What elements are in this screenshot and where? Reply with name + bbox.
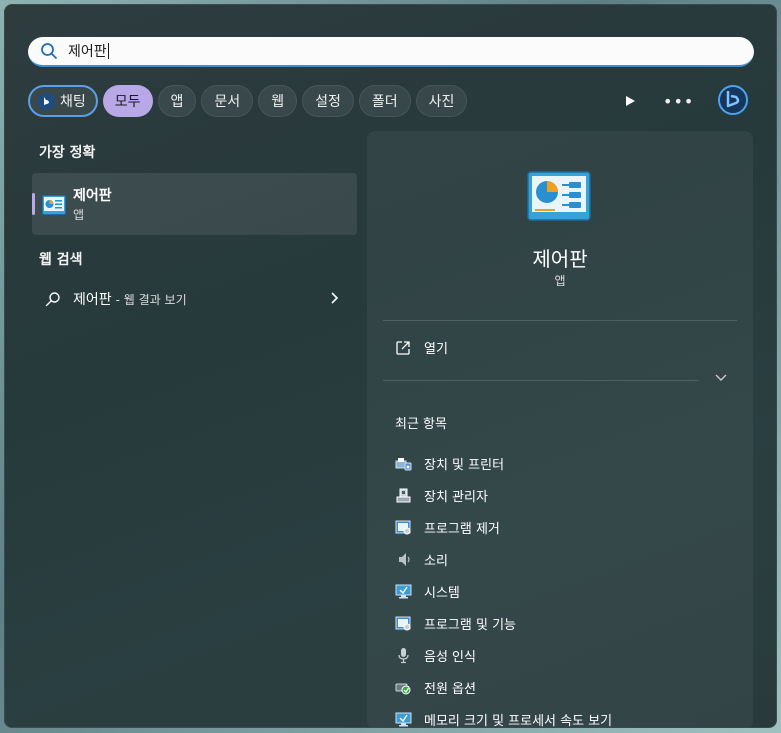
- web-search-suffix: - 웹 결과 보기: [115, 292, 187, 307]
- filter-settings[interactable]: 설정: [302, 85, 354, 117]
- search-icon: [41, 43, 57, 59]
- recent-item-label: 시스템: [424, 585, 460, 601]
- recent-item[interactable]: 음성 인식: [395, 639, 612, 671]
- recent-item-label: 전원 옵션: [424, 681, 476, 697]
- filter-all-label: 모두: [114, 94, 141, 110]
- control-panel-icon: [527, 171, 591, 221]
- microphone-icon: [398, 647, 409, 663]
- more-options-icon[interactable]: •••: [663, 92, 694, 111]
- recent-item-label: 장치 및 프린터: [424, 457, 505, 473]
- open-external-icon: [396, 340, 410, 355]
- recent-item[interactable]: 장치 관리자: [395, 479, 612, 511]
- web-search-heading: 웹 검색: [39, 252, 83, 268]
- filter-all[interactable]: 모두: [102, 85, 153, 117]
- recent-item[interactable]: 프로그램 제거: [395, 511, 612, 543]
- filter-folders-label: 폴더: [371, 94, 398, 110]
- recent-list: 장치 및 프린터 장치 관리자 프로그램 제거 소리 시스템 프로그램 및 기능…: [395, 447, 613, 728]
- text-caret: [107, 43, 109, 59]
- monitor-icon: [395, 712, 412, 726]
- filter-photos[interactable]: 사진: [415, 85, 468, 117]
- recent-item[interactable]: 전원 옵션: [395, 671, 612, 703]
- filter-web-label: 웹: [271, 94, 285, 110]
- programs-icon: [395, 616, 411, 630]
- chevron-right-icon: [331, 292, 339, 304]
- recent-item[interactable]: 메모리 크기 및 프로세서 속도 보기: [395, 703, 613, 728]
- recent-heading: 최근 항목: [395, 417, 447, 432]
- recent-item-label: 프로그램 제거: [424, 521, 500, 537]
- recent-item-label: 소리: [424, 553, 448, 569]
- detail-app-type: 앱: [554, 274, 566, 288]
- search-input[interactable]: 제어판: [68, 41, 107, 61]
- recent-item[interactable]: 프로그램 및 기능: [395, 607, 612, 639]
- filter-chat[interactable]: 채팅: [28, 85, 98, 117]
- best-match-item[interactable]: 제어판 앱: [32, 173, 357, 235]
- open-label: 열기: [424, 342, 448, 357]
- divider: [383, 320, 737, 321]
- recent-item-label: 프로그램 및 기능: [424, 617, 516, 633]
- filter-folders[interactable]: 폴더: [358, 85, 411, 117]
- filter-photos-label: 사진: [428, 94, 455, 110]
- search-icon: [45, 292, 60, 307]
- open-action[interactable]: 열기: [395, 338, 448, 357]
- filter-web[interactable]: 웹: [258, 85, 298, 117]
- monitor-icon: [395, 584, 412, 598]
- filter-documents[interactable]: 문서: [201, 85, 254, 117]
- bing-chat-icon: [38, 92, 55, 110]
- best-match-heading: 가장 정확: [39, 145, 96, 161]
- filter-tools: •••: [625, 84, 694, 118]
- power-icon: [395, 683, 411, 694]
- programs-icon: [395, 520, 411, 534]
- filter-settings-label: 설정: [315, 94, 341, 110]
- printer-icon: [395, 457, 412, 470]
- recent-item-label: 메모리 크기 및 프로세서 속도 보기: [424, 713, 613, 728]
- divider: [383, 380, 699, 381]
- search-box[interactable]: 제어판: [28, 37, 754, 67]
- play-icon[interactable]: [625, 96, 635, 106]
- filter-apps-label: 앱: [170, 94, 184, 110]
- recent-item-label: 장치 관리자: [424, 489, 488, 505]
- best-match-type: 앱: [73, 208, 85, 222]
- bing-icon[interactable]: [717, 84, 749, 116]
- chevron-down-icon[interactable]: [715, 374, 727, 382]
- filter-apps[interactable]: 앱: [157, 85, 197, 117]
- detail-pane: 제어판 앱 열기 최근 항목 장치 및 프린터 장치 관리자 프로그램 제거 소…: [367, 131, 753, 728]
- device-manager-icon: [396, 488, 411, 502]
- start-search-panel: 제어판 채팅 모두 앱 문서 웹 설정 폴더 사진 ••• 가장 정확 제어판 …: [4, 4, 777, 728]
- recent-item[interactable]: 시스템: [395, 575, 612, 607]
- filter-chat-label: 채팅: [60, 94, 86, 110]
- recent-item[interactable]: 소리: [395, 543, 612, 575]
- web-search-item[interactable]: 제어판 - 웹 결과 보기: [45, 289, 345, 309]
- recent-item-label: 음성 인식: [424, 649, 476, 665]
- recent-item[interactable]: 장치 및 프린터: [395, 447, 612, 479]
- filter-bar: 채팅 모두 앱 문서 웹 설정 폴더 사진: [28, 84, 468, 118]
- control-panel-icon: [42, 195, 66, 215]
- filter-documents-label: 문서: [214, 94, 241, 110]
- speaker-icon: [399, 552, 410, 566]
- web-search-query: 제어판: [73, 292, 112, 308]
- detail-app-name: 제어판: [532, 247, 588, 271]
- selection-indicator: [32, 193, 35, 215]
- best-match-name: 제어판: [73, 188, 112, 204]
